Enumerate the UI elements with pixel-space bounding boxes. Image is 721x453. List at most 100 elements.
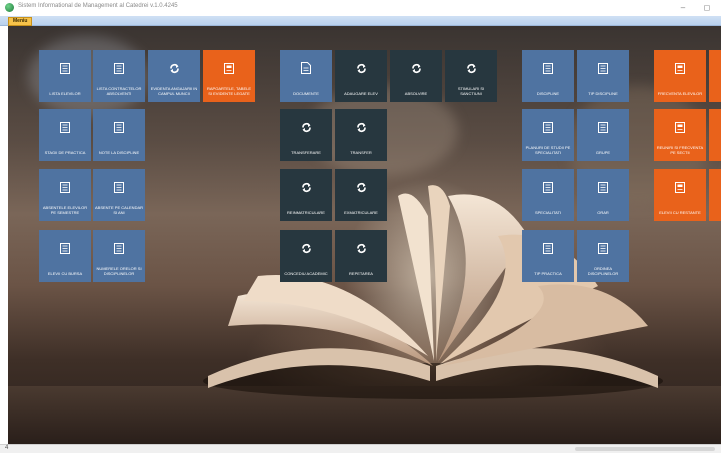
refresh-icon	[355, 121, 367, 133]
tile-label: PLANURI DE STUDII PE SPECIALITATI	[525, 145, 571, 155]
tile-label: REPETAREA	[349, 271, 373, 276]
tile-label: CONCEDIU ACADEMIC	[284, 271, 328, 276]
app-icon	[5, 3, 14, 12]
tile-label: ABSENTELE ELEVILOR PE SEMESTRE	[42, 205, 88, 215]
ribbon-bar	[0, 16, 721, 26]
tile-label: STAGII DE PRACTICA	[44, 150, 86, 155]
list-icon	[113, 181, 125, 193]
refresh-icon	[465, 62, 477, 74]
tile-label: TRANSFERARE	[291, 150, 321, 155]
tile-planuri-studii[interactable]: PLANURI DE STUDII PE SPECIALITATI	[522, 109, 574, 161]
title-bar: Sistem Informational de Management al Ca…	[0, 0, 721, 16]
tile-frecventa-grupe[interactable]	[709, 50, 721, 102]
document-icon	[674, 121, 686, 133]
tile-label: ELEVII CU BURSA	[47, 271, 83, 276]
minimize-button[interactable]: –	[672, 1, 694, 15]
tile-label: ELEVII CU RESTANTE	[659, 210, 701, 215]
tile-label: GRUPE	[595, 150, 611, 155]
tile-absolvire[interactable]: ABSOLVIRE	[390, 50, 442, 102]
tile-reuniri-frecventa[interactable]: REUNIRI SI FRECVENTA PE SECTII	[654, 109, 706, 161]
document-icon	[223, 62, 235, 74]
window-title: Sistem Informational de Management al Ca…	[18, 3, 178, 9]
list-icon	[542, 242, 554, 254]
tile-lista-elevilor[interactable]: LISTA ELEVILOR	[39, 50, 91, 102]
file-icon	[300, 62, 312, 74]
main-panel: LISTA ELEVILOR LISTA CONTRACTELOR ABSOLV…	[8, 26, 721, 444]
list-icon	[597, 62, 609, 74]
tile-note-discipline[interactable]: NOTE LA DISCIPLINE	[93, 109, 145, 161]
tile-absente-semestre[interactable]: ABSENTELE ELEVILOR PE SEMESTRE	[39, 169, 91, 221]
list-icon	[59, 121, 71, 133]
tile-label: ORAR	[597, 210, 609, 215]
refresh-icon	[300, 121, 312, 133]
refresh-icon	[168, 62, 180, 74]
tile-label: FRECVENTA ELEVILOR	[657, 91, 703, 96]
refresh-icon	[300, 242, 312, 254]
tile-exmatriculare[interactable]: EXMATRICULARE	[335, 169, 387, 221]
tile-label: ADAUGARE ELEV	[344, 91, 378, 96]
list-icon	[597, 181, 609, 193]
tile-repetare[interactable]: REPETAREA	[335, 230, 387, 282]
list-icon	[597, 121, 609, 133]
tile-tip-practica[interactable]: TIP PRACTICA	[522, 230, 574, 282]
tile-label: EVIDENTA ANGAJARII IN CAMPUL MUNCII	[150, 86, 198, 96]
tile-reinmatriculare[interactable]: REINMATRICULARE	[280, 169, 332, 221]
tile-tip-discipline[interactable]: TIP DISCIPLINE	[577, 50, 629, 102]
refresh-icon	[355, 62, 367, 74]
tile-lista-absolventi[interactable]: LISTA CONTRACTELOR ABSOLVENTI	[93, 50, 145, 102]
tile-label: NUMERELE ORELOR SI DISCIPLINELOR	[96, 266, 142, 276]
list-icon	[542, 121, 554, 133]
tile-label: ORDINEA DISCIPLINELOR	[587, 266, 619, 276]
tile-ordinea-disciplinelor[interactable]: ORDINEA DISCIPLINELOR	[577, 230, 629, 282]
tile-label: ABSENTE PE CALENDAR SI ANI	[95, 205, 144, 215]
list-icon	[597, 242, 609, 254]
tile-elevii-restanta-partial[interactable]	[709, 169, 721, 221]
tile-label: ABSOLVIRE	[404, 91, 428, 96]
refresh-icon	[355, 181, 367, 193]
tile-evidenta-ocupare[interactable]: EVIDENTA ANGAJARII IN CAMPUL MUNCII	[148, 50, 200, 102]
tile-concediu-academic[interactable]: CONCEDIU ACADEMIC	[280, 230, 332, 282]
tile-stimulari[interactable]: STIMULARI SI SANCTIUNI	[445, 50, 497, 102]
list-icon	[542, 62, 554, 74]
tile-label: TIP DISCIPLINE	[588, 91, 618, 96]
tile-label: STIMULARI SI SANCTIUNI	[457, 86, 485, 96]
document-icon	[674, 181, 686, 193]
tile-label: SPECIALITATI	[534, 210, 562, 215]
horizontal-scrollbar[interactable]	[575, 447, 715, 451]
tile-elevii-restanta[interactable]: ELEVII CU RESTANTE	[654, 169, 706, 221]
tile-transfer[interactable]: TRANSFER	[335, 109, 387, 161]
tile-label: EXMATRICULARE	[344, 210, 378, 215]
tile-stagii-practica[interactable]: STAGII DE PRACTICA	[39, 109, 91, 161]
document-icon	[674, 62, 686, 74]
tile-numerele-disciplinelor[interactable]: NUMERELE ORELOR SI DISCIPLINELOR	[93, 230, 145, 282]
tile-elevi-bursa[interactable]: ELEVII CU BURSA	[39, 230, 91, 282]
list-icon	[113, 242, 125, 254]
tile-absente-ani[interactable]: ABSENTE PE CALENDAR SI ANI	[93, 169, 145, 221]
tile-documente[interactable]: DOCUMENTE	[280, 50, 332, 102]
tile-transferare[interactable]: TRANSFERARE	[280, 109, 332, 161]
tile-label: TRANSFER	[350, 150, 372, 155]
list-icon	[59, 181, 71, 193]
tile-label: LISTA ELEVILOR	[49, 91, 81, 96]
tile-rapoartele[interactable]: RAPOARTELE, TABELE SI EVIDENTE LEGATE	[203, 50, 255, 102]
list-icon	[59, 62, 71, 74]
tile-specialitati[interactable]: SPECIALITATI	[522, 169, 574, 221]
maximize-button[interactable]: ◻	[696, 1, 718, 15]
list-icon	[113, 121, 125, 133]
tile-adaugare-elev[interactable]: ADAUGARE ELEV	[335, 50, 387, 102]
tile-label: TIP PRACTICA	[534, 271, 562, 276]
list-icon	[59, 242, 71, 254]
refresh-icon	[300, 181, 312, 193]
tile-label: LISTA CONTRACTELOR ABSOLVENTI	[96, 86, 142, 96]
tile-grupe[interactable]: GRUPE	[577, 109, 629, 161]
menu-tab[interactable]: Meniu	[8, 17, 33, 26]
refresh-icon	[410, 62, 422, 74]
tile-reuniri-partial[interactable]	[709, 109, 721, 161]
tile-label: RAPOARTELE, TABELE SI EVIDENTE LEGATE	[206, 86, 252, 96]
tile-label: REUNIRI SI FRECVENTA PE SECTII	[656, 145, 704, 155]
list-icon	[113, 62, 125, 74]
tile-label: NOTE LA DISCIPLINE	[98, 150, 140, 155]
tile-orar[interactable]: ORAR	[577, 169, 629, 221]
tile-frecventa-elevilor[interactable]: FRECVENTA ELEVILOR	[654, 50, 706, 102]
tile-discipline[interactable]: DISCIPLINE	[522, 50, 574, 102]
